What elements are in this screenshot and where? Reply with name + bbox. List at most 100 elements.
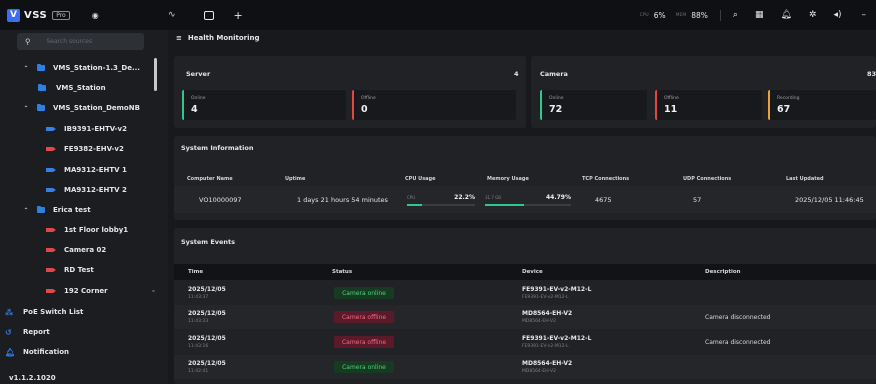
tree-item[interactable]: ⌃ VMS_Station_DemoNB <box>0 98 160 118</box>
tree-item-label: FE9382-EHV-v2 <box>64 145 124 153</box>
tree-item[interactable]: ⌃ Erica test <box>0 200 160 220</box>
event-time: 11:43:37 <box>188 295 209 300</box>
sidebar-item-report[interactable]: ↺ Report <box>0 322 50 342</box>
col-device: Device <box>522 269 543 275</box>
tree-item[interactable]: ⌃ VMS_Station-1.3_De... <box>0 58 160 78</box>
sidebar-item-notification[interactable]: 🔔︎ Notification <box>0 342 69 362</box>
tree-item[interactable]: MA9312-EHTV 2 <box>0 180 160 200</box>
server-offline-card[interactable]: Offline 0 <box>352 90 516 120</box>
stat-value: 67 <box>777 104 791 115</box>
search-input[interactable] <box>46 38 137 45</box>
volume-icon[interactable]: ◂) <box>833 10 841 20</box>
col-last-updated: Last Updated <box>786 175 824 182</box>
camera-offline-card[interactable]: Offline 11 <box>655 90 762 120</box>
server-online-card[interactable]: Online 4 <box>182 90 346 120</box>
camera-title: Camera <box>540 70 568 78</box>
chevron-up-icon[interactable]: ⌃ <box>20 105 32 112</box>
camera-online-card[interactable]: Online 72 <box>540 90 647 120</box>
col-computer-name: Computer Name <box>187 175 233 182</box>
tree-item-label: VMS_Station <box>56 84 106 92</box>
tcp-connections: 4675 <box>595 195 612 204</box>
system-info-header: Computer Name Uptime CPU Usage Memory Us… <box>174 170 876 187</box>
tree-item-label: IB9391-EHTV-v2 <box>64 125 127 133</box>
page-title: Health Monitoring <box>187 34 260 42</box>
memory-usage-value: 44.79% <box>546 194 571 201</box>
table-row[interactable]: 2025/12/05 11:42:41 MD8564-EH-V2 MD8564-EH-… <box>174 355 876 379</box>
table-row[interactable]: 2025/12/05 11:43:16 FE9391-EV-v2-M12-L FE93… <box>174 330 876 354</box>
search-box[interactable]: ⚲ <box>17 33 144 50</box>
search-icon[interactable]: ⌕ <box>733 10 738 20</box>
system-info-title: System Information <box>181 144 254 152</box>
collapse-icon[interactable]: - <box>152 287 155 295</box>
camera-total: 83 <box>867 70 876 78</box>
tree-item-label: VMS_Station_DemoNB <box>53 104 140 112</box>
event-date: 2025/12/05 <box>188 310 226 317</box>
tree-item[interactable]: 1st Floor lobby1 <box>0 220 160 240</box>
health-icon: ≡ <box>176 34 182 42</box>
computer-name: VO10000097 <box>199 195 242 204</box>
stat-value: 72 <box>549 104 563 115</box>
divider <box>719 9 721 21</box>
version-label: v1.1.2.1020 <box>9 374 56 382</box>
settings-gear-icon[interactable]: ✲ <box>809 10 817 20</box>
pulse-icon[interactable]: ∿ <box>168 10 176 20</box>
tree-item[interactable]: RD Test <box>0 260 160 280</box>
tree-item[interactable]: MA9312-EHTV 1 <box>0 160 160 180</box>
tree-item[interactable]: FE9382-EHV-v2 <box>0 139 160 159</box>
tree-item[interactable]: Camera 02 <box>0 240 160 260</box>
memory-usage-meter: 31.7 GB 44.79% <box>485 194 571 206</box>
event-description: Camera disconnected <box>705 314 771 321</box>
folder-icon <box>38 83 46 91</box>
brand: V VSS Pro ◉ <box>0 8 168 22</box>
event-description: Camera disconnected <box>705 339 771 346</box>
sidebar-item-poe-switch-list[interactable]: ⁂ PoE Switch List <box>0 302 83 322</box>
table-row[interactable]: 2025/12/05 11:43:37 FE9391-EV-v2-M12-L FE93… <box>174 281 876 305</box>
event-time: 11:42:41 <box>188 369 209 374</box>
camera-icon <box>46 268 56 272</box>
camera-icon <box>46 188 56 192</box>
chevron-up-icon[interactable]: ⌃ <box>20 65 32 72</box>
table-row[interactable]: 2025/12/05 11:43:23 MD8564-EH-V2 MD8564-EH-… <box>174 305 876 329</box>
cpu-usage-value: 22.2% <box>454 194 475 201</box>
camera-icon <box>46 127 56 131</box>
add-tab-icon[interactable]: + <box>234 9 243 22</box>
pro-badge: Pro <box>52 10 70 20</box>
stat-label: Offline <box>664 96 679 101</box>
page-header: ≡ Health Monitoring <box>168 30 876 46</box>
camera-icon <box>46 228 56 232</box>
mem-label: MEM <box>675 12 687 18</box>
camera-icon <box>46 248 56 252</box>
mem-value: 88% <box>691 10 708 20</box>
status-badge: Camera online <box>334 287 394 299</box>
camera-recording-card[interactable]: Recording 67 <box>768 90 876 120</box>
cpu-usage-bar <box>407 204 423 206</box>
chevron-up-icon[interactable]: ⌃ <box>20 207 32 214</box>
tree-item-label: RD Test <box>64 266 94 274</box>
cpu-value: 6% <box>653 10 666 20</box>
status-badge: Camera offline <box>334 336 394 348</box>
minimize-icon[interactable]: – <box>862 10 867 20</box>
grid-icon[interactable]: ▦ <box>755 10 764 20</box>
event-device-sub: FE9391-EV-v2-M12-L <box>522 344 569 349</box>
events-table-header: Time Status Device Description <box>174 264 876 280</box>
notification-bell-icon[interactable]: 🔔︎ <box>780 10 791 20</box>
tab-monitor-icon[interactable] <box>203 10 214 20</box>
eye-icon[interactable]: ◉ <box>92 11 99 20</box>
network-icon: ⁂ <box>5 307 14 317</box>
vss-logo-icon: V <box>7 8 20 22</box>
tree-item[interactable]: IB9391-EHTV-v2 <box>0 119 160 139</box>
tree-item-label: 192 Corner <box>64 287 108 295</box>
history-icon: ↺ <box>5 327 12 337</box>
brand-name: VSS <box>24 9 48 21</box>
search-icon: ⚲ <box>25 37 31 46</box>
event-date: 2025/12/05 <box>188 286 226 293</box>
col-memory-usage: Memory Usage <box>487 175 529 182</box>
top-bar: V VSS Pro ◉ ∿ + CPU 6% MEM 88% ⌕ ▦ 🔔︎ ✲ … <box>0 0 876 30</box>
event-device-sub: FE9391-EV-v2-M12-L <box>522 295 569 300</box>
last-updated: 2025/12/05 11:46:45 <box>795 195 864 204</box>
tree-item[interactable]: 192 Corner - <box>0 281 160 301</box>
tree-item-label: VMS_Station-1.3_De... <box>53 64 140 72</box>
col-tcp: TCP Connections <box>582 175 630 182</box>
tree-item[interactable]: VMS_Station <box>0 78 160 98</box>
camera-icon <box>46 289 56 293</box>
